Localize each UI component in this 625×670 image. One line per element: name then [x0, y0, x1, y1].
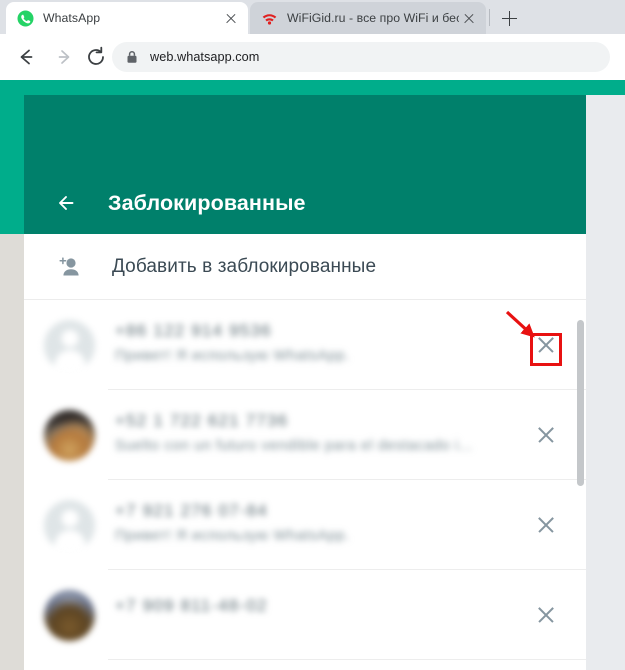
- tab-divider: [489, 9, 490, 26]
- table-row[interactable]: +86 122 914 9536 Привет! Я использую Wha…: [24, 300, 586, 390]
- unblock-x-icon[interactable]: [533, 512, 559, 538]
- contact-name: +7 909 811-48-02: [115, 596, 268, 615]
- tab-close-icon[interactable]: [221, 8, 241, 28]
- reload-icon[interactable]: [82, 43, 110, 71]
- contact-status: Привет! Я использую WhatsApp.: [115, 528, 350, 544]
- contact-info: +7 909 811-48-02: [115, 596, 533, 634]
- contact-info: +86 122 914 9536 Привет! Я использую Wha…: [115, 321, 533, 369]
- unblock-x-icon[interactable]: [533, 332, 559, 358]
- whatsapp-top-band: [0, 80, 625, 95]
- avatar: [44, 499, 95, 551]
- forward-arrow-icon: [50, 43, 78, 71]
- avatar: [44, 409, 95, 461]
- blocked-contacts-panel: Заблокированные Добавить в заблокированн…: [24, 95, 586, 670]
- panel-header: Заблокированные: [24, 95, 586, 234]
- address-bar-url: web.whatsapp.com: [150, 50, 260, 64]
- avatar: [44, 589, 95, 641]
- tab-title-whatsapp: WhatsApp: [43, 11, 101, 25]
- panel-back-arrow-icon[interactable]: [55, 190, 81, 216]
- wifi-icon: [261, 10, 278, 27]
- whatsapp-icon: [17, 10, 34, 27]
- browser-toolbar: web.whatsapp.com: [0, 34, 625, 80]
- row-separator: [108, 659, 586, 660]
- panel-scrollbar-thumb[interactable]: [577, 320, 584, 486]
- whatsapp-left-band: [0, 80, 24, 234]
- page-title: Заблокированные: [108, 190, 306, 215]
- browser-chrome: WhatsApp WiFiGid.ru - все про WiFi и бес…: [0, 0, 625, 80]
- table-row[interactable]: +52 1 722 621 7736 Suelto con un futuro …: [24, 390, 586, 480]
- contact-name: +7 921 276 07-84: [115, 501, 268, 520]
- add-to-blocked-label: Добавить в заблокированные: [112, 255, 377, 277]
- browser-tabstrip: WhatsApp WiFiGid.ru - все про WiFi и бес…: [0, 0, 625, 34]
- contact-info: +7 921 276 07-84 Привет! Я использую Wha…: [115, 501, 533, 549]
- table-row[interactable]: +7 921 276 07-84 Привет! Я использую Wha…: [24, 480, 586, 570]
- table-row[interactable]: +7 909 811-48-02: [24, 570, 586, 660]
- blocked-contacts-list: +86 122 914 9536 Привет! Я использую Wha…: [24, 300, 586, 660]
- new-tab-button[interactable]: [497, 6, 522, 31]
- address-bar[interactable]: web.whatsapp.com: [112, 42, 610, 72]
- page-viewport: Заблокированные Добавить в заблокированн…: [0, 80, 625, 670]
- lock-icon: [126, 50, 138, 64]
- contact-status: Suelto con un futuro vendible para el de…: [115, 438, 473, 454]
- tab-close-icon[interactable]: [459, 8, 479, 28]
- person-add-icon: [55, 253, 83, 281]
- contact-name: +86 122 914 9536: [115, 321, 272, 340]
- back-arrow-icon[interactable]: [12, 43, 40, 71]
- unblock-x-icon[interactable]: [533, 422, 559, 448]
- browser-tab-wifigid[interactable]: WiFiGid.ru - все про WiFi и бесп: [250, 2, 486, 34]
- unblock-x-icon[interactable]: [533, 602, 559, 628]
- browser-tab-whatsapp[interactable]: WhatsApp: [6, 2, 248, 34]
- contact-info: +52 1 722 621 7736 Suelto con un futuro …: [115, 411, 533, 459]
- contact-status: Привет! Я использую WhatsApp.: [115, 348, 350, 364]
- contact-name: +52 1 722 621 7736: [115, 411, 289, 430]
- tab-title-wifigid: WiFiGid.ru - все про WiFi и бесп: [287, 11, 459, 25]
- add-to-blocked-row[interactable]: Добавить в заблокированные: [24, 234, 586, 300]
- avatar: [44, 319, 95, 371]
